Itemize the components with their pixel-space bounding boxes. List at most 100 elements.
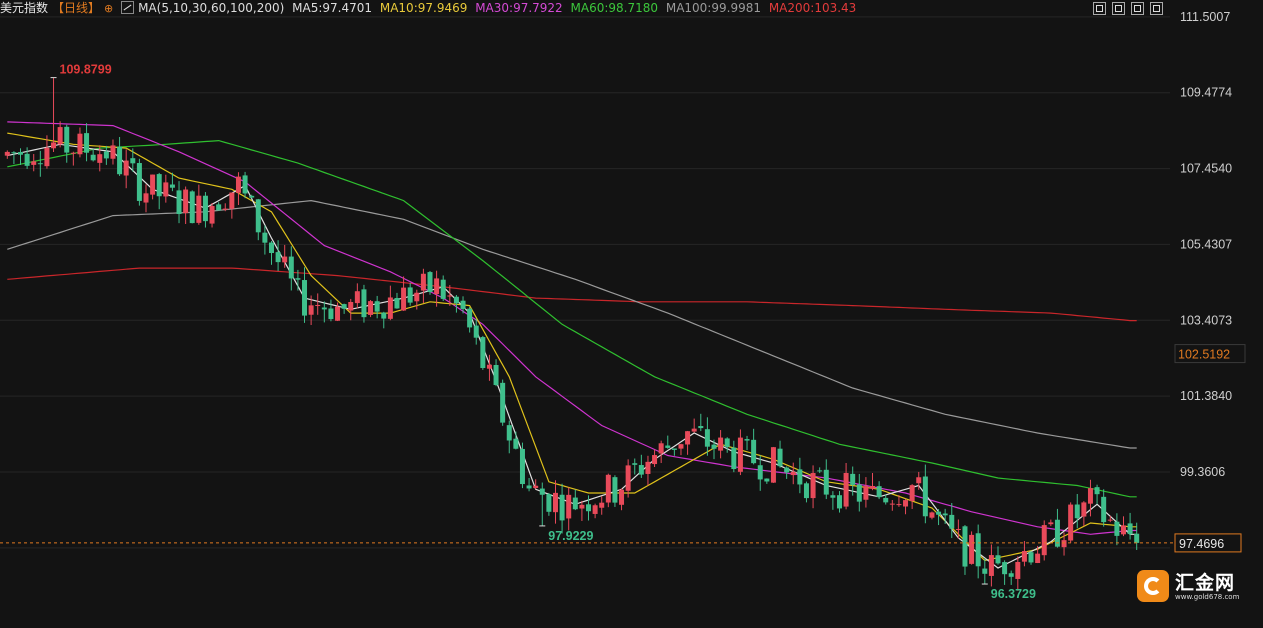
candle-body [420,273,426,291]
candle-body [579,504,585,509]
candle-body [434,278,440,295]
candle-body [1061,540,1067,548]
candle-body [110,145,116,159]
candle-body [354,291,360,304]
y-tick-label: 99.3606 [1180,465,1225,479]
candlestick-chart[interactable]: 111.5007 109.4774 107.4540 105.4307 103.4073… [0,0,1263,628]
candle-body [308,305,314,315]
candle-body [1015,561,1021,579]
candle-body [374,301,380,312]
candle-body [665,445,671,448]
candle-body [889,503,895,505]
candle-body [797,469,803,485]
candle-body [916,477,922,484]
ma200-line [7,267,1137,322]
candle-body [1041,525,1047,556]
candle-body [1068,504,1074,541]
candle-body [909,485,915,502]
candle-body [1120,525,1126,535]
candle-body [850,473,856,485]
candle-body [348,301,354,311]
candle-body [84,133,90,153]
candle-body [11,152,17,154]
candle-body [955,528,961,530]
candle-body [1035,553,1041,564]
candle-body [18,152,24,155]
y-tick-label: 111.5007 [1180,10,1230,24]
candle-body [605,474,611,503]
y-tick-label: 103.4073 [1180,313,1232,327]
candle-body [988,555,994,576]
candle-body [156,174,162,197]
candle-body [288,256,294,279]
low-annotation: 96.3729 [991,587,1036,601]
candle-body [711,444,717,449]
last-price-label: 97.4696 [1179,537,1224,551]
candle-body [678,444,684,449]
candle-body [321,307,327,310]
candle-body [698,426,704,429]
candle-body [1048,522,1054,525]
candle-body [856,484,862,502]
candle-body [645,461,651,474]
candle-body [764,478,770,482]
candle-body [209,205,215,224]
candle-body [37,163,43,165]
candle-body [757,465,763,480]
candle-body [777,448,783,467]
logo-url: www.gold678.com [1175,593,1240,601]
candle-body [77,133,83,155]
y-tick-label: 105.4307 [1180,237,1232,251]
logo-mark-icon [1137,570,1169,602]
candle-body [586,504,592,512]
candle-body [189,191,195,224]
candle-body [473,325,479,338]
candle-body [566,494,572,519]
candle-body [183,189,189,214]
candle-body [691,428,697,432]
candle-body [1081,502,1087,517]
candle-body [671,448,677,450]
low-annotation: 97.9229 [548,529,593,543]
candle-body [407,287,413,303]
candle-body [830,495,836,498]
candle-body [1114,521,1120,536]
candle-body [1101,496,1107,523]
candle-body [467,308,473,328]
candle-body [1094,487,1100,495]
candle-body [632,463,638,465]
candle-body [381,312,387,319]
candle-body [1127,523,1133,535]
candle-body [903,500,909,507]
candle-body [460,300,466,309]
candle-body [751,439,757,464]
candle-body [731,447,737,470]
candle-body [123,160,129,176]
candle-body [130,158,136,164]
candle-body [255,199,261,233]
highlight-price-label: 102.5192 [1178,348,1230,362]
candle-body [803,483,809,499]
candle-body [863,486,869,500]
candle-body [1028,552,1034,563]
candle-body [196,195,202,223]
candle-body [440,279,446,299]
candle-body [64,126,70,153]
candle-body [724,438,730,447]
candle-body [533,485,539,488]
candle-body [295,278,301,280]
candle-body [268,242,274,254]
candle-body [216,204,222,211]
candle-body [150,174,156,195]
candle-body [612,477,618,503]
candle-body [341,304,347,309]
candle-body [90,154,96,161]
candle-body [361,289,367,318]
high-annotation: 109.8799 [60,63,112,77]
candle-body [995,555,1001,564]
candle-body [737,437,743,472]
candle-body [335,306,341,321]
candle-body [1134,533,1140,543]
candle-body [883,497,889,503]
candle-body [1087,488,1093,504]
